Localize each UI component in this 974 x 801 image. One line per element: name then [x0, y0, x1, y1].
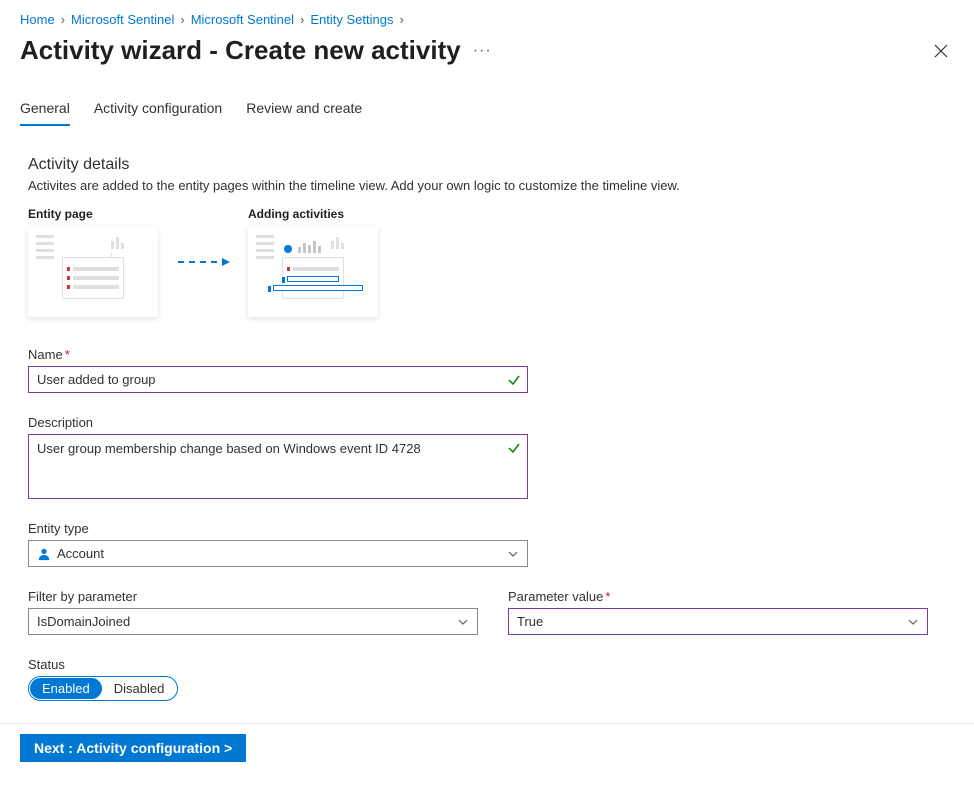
breadcrumb-sentinel-1[interactable]: Microsoft Sentinel — [71, 12, 174, 27]
filter-by-select[interactable]: IsDomainJoined — [28, 608, 478, 635]
description-input[interactable]: User group membership change based on Wi… — [29, 435, 527, 495]
more-icon[interactable]: ··· — [473, 42, 492, 60]
tab-general[interactable]: General — [20, 94, 70, 126]
status-label: Status — [28, 657, 954, 672]
close-button[interactable] — [928, 38, 954, 64]
check-icon — [507, 373, 521, 387]
arrow-right-icon — [178, 261, 228, 263]
filter-by-value: IsDomainJoined — [37, 614, 130, 629]
illustration-entity-card — [28, 227, 158, 317]
entity-type-value: Account — [57, 546, 104, 561]
chevron-down-icon — [507, 548, 519, 560]
name-label: Name* — [28, 347, 954, 362]
entity-type-select[interactable]: Account — [28, 540, 528, 567]
description-label: Description — [28, 415, 954, 430]
breadcrumb-sentinel-2[interactable]: Microsoft Sentinel — [191, 12, 294, 27]
illustration-activity-card — [248, 227, 378, 317]
check-icon — [507, 441, 521, 455]
name-input[interactable] — [29, 367, 527, 392]
chevron-right-icon: › — [300, 12, 304, 27]
parameter-value-label: Parameter value* — [508, 589, 928, 604]
tab-activity-configuration[interactable]: Activity configuration — [94, 94, 222, 126]
next-button[interactable]: Next : Activity configuration > — [20, 734, 246, 762]
page-title: Activity wizard - Create new activity — [20, 35, 461, 66]
illustration-label-entity-page: Entity page — [28, 207, 158, 221]
breadcrumb-entity-settings[interactable]: Entity Settings — [310, 12, 393, 27]
tabs: General Activity configuration Review an… — [20, 94, 954, 126]
status-toggle[interactable]: Enabled Disabled — [28, 676, 178, 701]
illustration: Entity page Adding activities — [28, 207, 954, 317]
status-enabled-option[interactable]: Enabled — [30, 678, 102, 699]
section-description: Activites are added to the entity pages … — [28, 178, 954, 193]
breadcrumb: Home › Microsoft Sentinel › Microsoft Se… — [20, 12, 954, 27]
entity-type-label: Entity type — [28, 521, 954, 536]
parameter-value-select[interactable]: True — [508, 608, 928, 635]
chevron-right-icon: › — [399, 12, 403, 27]
chevron-right-icon: › — [180, 12, 184, 27]
breadcrumb-home[interactable]: Home — [20, 12, 55, 27]
parameter-value-value: True — [517, 614, 543, 629]
chevron-down-icon — [907, 616, 919, 628]
close-icon — [934, 44, 948, 58]
filter-by-label: Filter by parameter — [28, 589, 478, 604]
tab-review-and-create[interactable]: Review and create — [246, 94, 362, 126]
chevron-right-icon: › — [61, 12, 65, 27]
illustration-label-adding-activities: Adding activities — [248, 207, 378, 221]
account-icon — [37, 547, 51, 561]
section-title: Activity details — [28, 156, 954, 174]
status-disabled-option[interactable]: Disabled — [102, 678, 177, 699]
chevron-down-icon — [457, 616, 469, 628]
